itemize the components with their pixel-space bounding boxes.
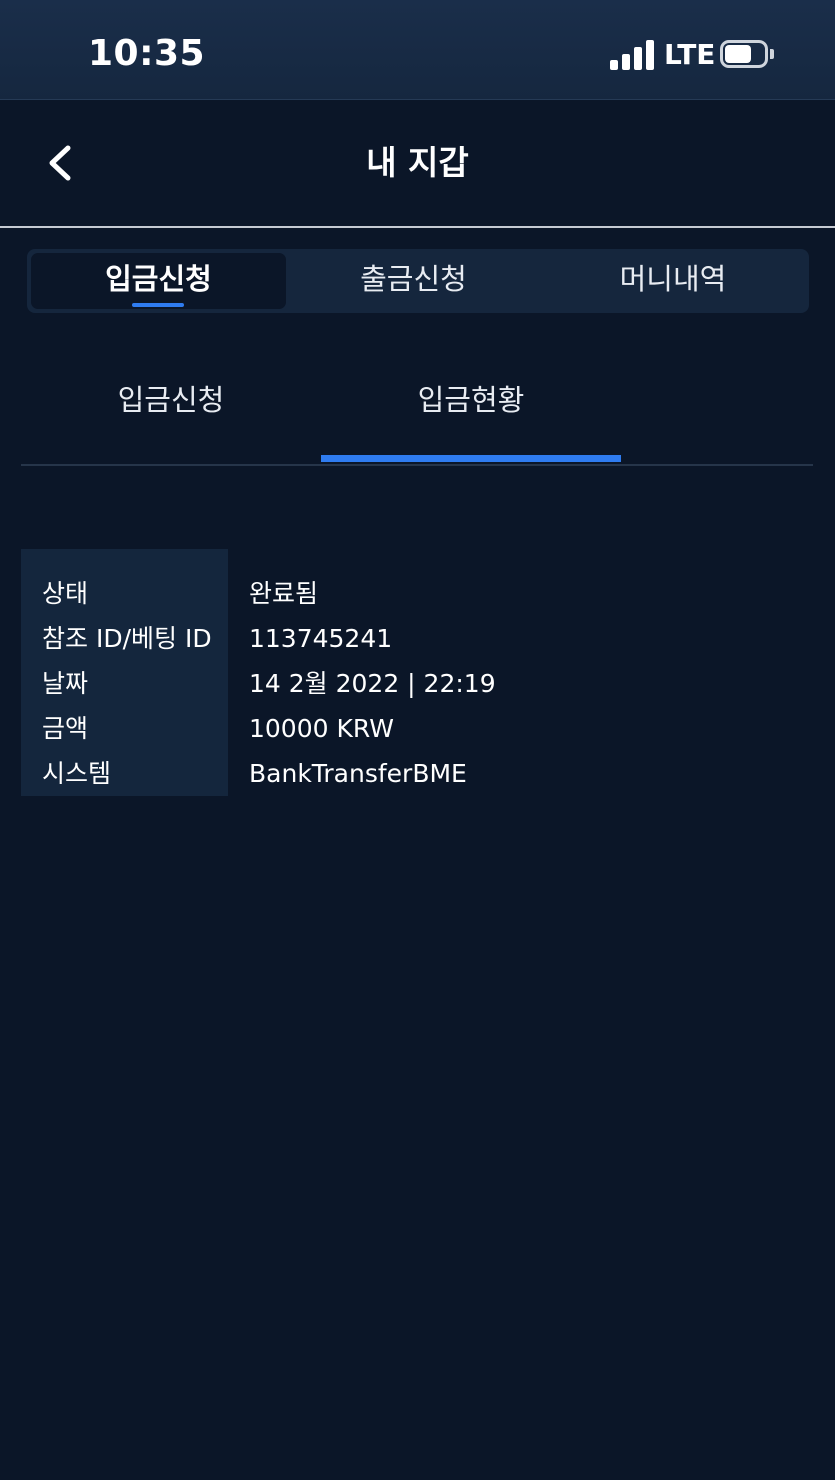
active-subtab-indicator bbox=[321, 455, 621, 462]
tab-label: 머니내역 bbox=[619, 262, 727, 296]
subtab-label: 입금현황 bbox=[417, 383, 525, 417]
detail-row-reference-id: 참조 ID/베팅 ID 113745241 bbox=[21, 616, 813, 661]
header: 내 지갑 bbox=[0, 100, 835, 228]
signal-strength-icon bbox=[610, 40, 654, 70]
subtab-label: 입금신청 bbox=[117, 383, 225, 417]
detail-label: 시스템 bbox=[42, 759, 112, 788]
detail-row-date: 날짜 14 2월 2022 | 22:19 bbox=[21, 661, 813, 706]
detail-row-amount: 금액 10000 KRW bbox=[21, 706, 813, 751]
network-label: LTE bbox=[664, 38, 716, 71]
detail-row-status: 상태 완료됨 bbox=[21, 571, 813, 616]
battery-icon bbox=[720, 40, 774, 68]
detail-value: 10000 KRW bbox=[249, 714, 394, 743]
detail-label: 상태 bbox=[42, 579, 89, 608]
tab-money-history[interactable]: 머니내역 bbox=[541, 249, 805, 313]
detail-row-system: 시스템 BankTransferBME bbox=[21, 751, 813, 796]
page-title: 내 지갑 bbox=[366, 143, 469, 182]
detail-value: 완료됨 bbox=[249, 579, 319, 608]
wallet-tab-bar: 입금신청 출금신청 머니내역 bbox=[27, 249, 809, 313]
active-tab-indicator bbox=[132, 303, 184, 307]
tab-withdraw-request[interactable]: 출금신청 bbox=[286, 249, 541, 313]
detail-label: 날짜 bbox=[42, 669, 89, 698]
subtab-deposit-request[interactable]: 입금신청 bbox=[21, 378, 321, 438]
status-time: 10:35 bbox=[88, 33, 206, 74]
detail-value: 113745241 bbox=[249, 624, 393, 653]
deposit-sub-tabs: 입금신청 입금현황 bbox=[21, 360, 813, 466]
tab-label: 출금신청 bbox=[360, 262, 467, 296]
tab-label: 입금신청 bbox=[105, 262, 212, 296]
tab-deposit-request[interactable]: 입금신청 bbox=[31, 253, 286, 309]
detail-value: 14 2월 2022 | 22:19 bbox=[249, 669, 496, 698]
detail-label: 금액 bbox=[42, 714, 89, 743]
detail-value: BankTransferBME bbox=[249, 759, 467, 788]
detail-label: 참조 ID/베팅 ID bbox=[42, 624, 212, 653]
status-bar: 10:35 LTE bbox=[0, 0, 835, 100]
subtab-deposit-status[interactable]: 입금현황 bbox=[321, 378, 621, 438]
